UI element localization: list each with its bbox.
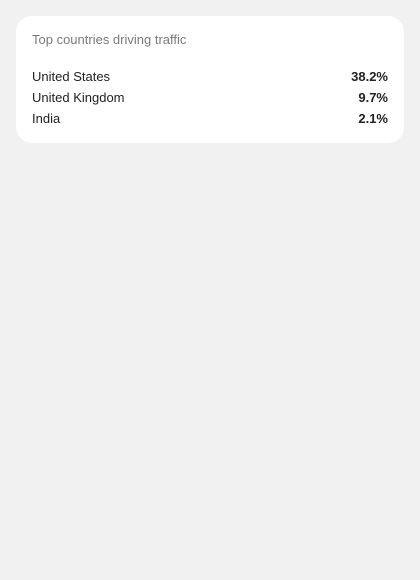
card-title: Top countries driving traffic [32, 32, 187, 47]
country-name: India [32, 111, 61, 126]
list-item: India 2.1% [32, 108, 388, 129]
country-percent: 38.2% [351, 69, 388, 84]
country-name: United States [32, 69, 111, 84]
country-percent: 2.1% [358, 111, 388, 126]
top-countries-card: Top countries driving traffic United Sta… [16, 16, 404, 143]
country-name: United Kingdom [32, 90, 125, 105]
country-percent: 9.7% [358, 90, 388, 105]
list-item: United States 38.2% [32, 66, 388, 87]
list-item: United Kingdom 9.7% [32, 87, 388, 108]
countries-list: United States 38.2% United Kingdom 9.7% … [32, 66, 388, 129]
